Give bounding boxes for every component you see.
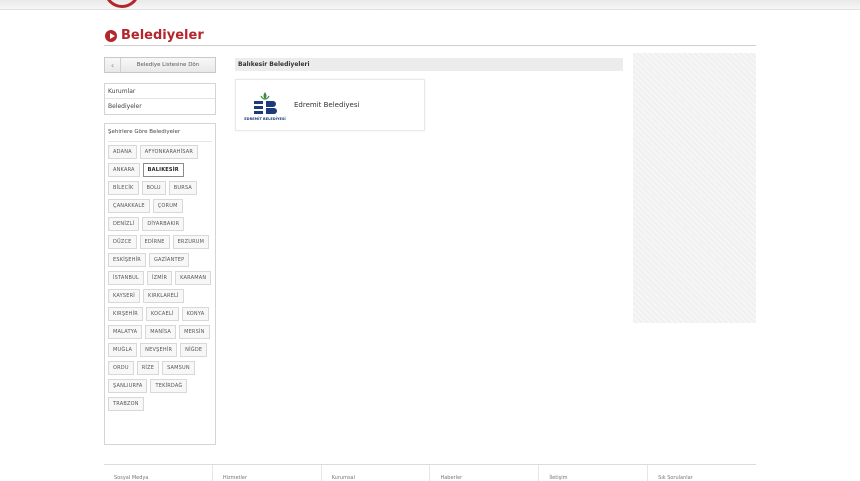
- city-tag[interactable]: ANKARA: [108, 163, 140, 177]
- city-tag-list: ADANA AFYONKARAHİSAR ANKARA BALIKESİR BİLECİ…: [108, 145, 212, 411]
- city-tag[interactable]: KIRKLARELİ: [142, 289, 184, 303]
- city-tag[interactable]: ORDU: [108, 361, 134, 375]
- main-content: Balıkesir Belediyeleri EDREMİT BELEDİYES…: [235, 58, 623, 131]
- city-tag[interactable]: BOLU: [141, 181, 166, 195]
- footer-item[interactable]: Sosyal Medya: [104, 465, 212, 481]
- city-tag[interactable]: DÜZCE: [108, 235, 137, 249]
- city-tag[interactable]: KIRŞEHİR: [108, 307, 143, 321]
- back-to-list-label: Belediye Listesine Dön: [136, 62, 200, 68]
- back-to-list-button[interactable]: ‹ Belediye Listesine Dön: [104, 57, 216, 73]
- city-tag[interactable]: İZMİR: [146, 271, 173, 285]
- city-tag[interactable]: ERZURUM: [172, 235, 210, 249]
- city-tag[interactable]: BURSA: [168, 181, 198, 195]
- menu-item-belediyeler[interactable]: Belediyeler: [105, 99, 215, 114]
- footer-nav: Sosyal Medya Hizmetler Kurumsal Haberler…: [104, 464, 756, 481]
- page-title: Belediyeler: [121, 28, 204, 43]
- city-tag[interactable]: NİĞDE: [180, 343, 208, 357]
- footer-item[interactable]: İletişim: [538, 465, 647, 481]
- city-tag[interactable]: KONYA: [181, 307, 210, 321]
- city-filter-panel: Şehirlere Göre Belediyeler ADANA AFYONKAR…: [104, 123, 216, 445]
- footer-item[interactable]: Hizmetler: [211, 465, 321, 481]
- city-tag[interactable]: DİYARBAKIR: [142, 217, 185, 231]
- city-tag[interactable]: TEKİRDAĞ: [150, 379, 188, 393]
- city-tag[interactable]: DENİZLİ: [108, 217, 140, 231]
- city-tag[interactable]: KAYSERİ: [108, 289, 140, 303]
- advertisement-placeholder: [633, 53, 756, 323]
- city-tag[interactable]: KARAMAN: [175, 271, 212, 285]
- city-tag[interactable]: BALIKESİR: [142, 163, 184, 177]
- page-heading: Belediyeler: [105, 28, 204, 43]
- city-filter-caption: Şehirlere Göre Belediyeler: [108, 127, 212, 142]
- city-tag[interactable]: NEVŞEHİR: [140, 343, 178, 357]
- chevron-left-icon: ‹: [105, 58, 121, 72]
- footer-item[interactable]: Haberler: [429, 465, 538, 481]
- city-tag[interactable]: TRABZON: [108, 397, 144, 411]
- footer-item[interactable]: Sık Sorulanlar: [647, 465, 756, 481]
- city-tag[interactable]: AFYONKARAHİSAR: [139, 145, 199, 159]
- city-tag[interactable]: BİLECİK: [108, 181, 139, 195]
- footer-item[interactable]: Kurumsal: [320, 465, 430, 481]
- city-tag[interactable]: KOCAELİ: [145, 307, 179, 321]
- city-tag[interactable]: SAMSUN: [162, 361, 195, 375]
- category-menu: Kurumlar Belediyeler: [104, 83, 216, 115]
- top-bar: [0, 0, 860, 10]
- edremit-logo-icon: EDREMİT BELEDİYESİ: [240, 85, 290, 125]
- section-title: Balıkesir Belediyeleri: [235, 58, 623, 71]
- city-tag[interactable]: MANİSA: [145, 325, 177, 339]
- city-tag[interactable]: ADANA: [108, 145, 137, 159]
- heading-divider: [104, 45, 756, 46]
- menu-item-kurumlar[interactable]: Kurumlar: [105, 84, 215, 99]
- city-tag[interactable]: ESKİŞEHİR: [108, 253, 146, 267]
- city-tag[interactable]: MERSİN: [179, 325, 210, 339]
- city-tag[interactable]: İSTANBUL: [108, 271, 144, 285]
- city-tag[interactable]: ÇORUM: [152, 199, 183, 213]
- municipality-name[interactable]: Edremit Belediyesi: [294, 101, 359, 109]
- city-tag[interactable]: ÇANAKKALE: [108, 199, 150, 213]
- city-tag[interactable]: GAZİANTEP: [148, 253, 190, 267]
- play-bullet-icon: [105, 29, 117, 42]
- city-tag[interactable]: MUĞLA: [108, 343, 138, 357]
- city-tag[interactable]: EDİRNE: [139, 235, 170, 249]
- site-logo[interactable]: [104, 0, 140, 8]
- city-tag[interactable]: MALATYA: [108, 325, 143, 339]
- city-tag[interactable]: RİZE: [136, 361, 160, 375]
- sidebar: ‹ Belediye Listesine Dön Kurumlar Beledi…: [104, 57, 216, 445]
- city-tag[interactable]: ŞANLIURFA: [108, 379, 148, 393]
- logo-caption: EDREMİT BELEDİYESİ: [244, 116, 286, 121]
- municipality-card[interactable]: EDREMİT BELEDİYESİ Edremit Belediyesi: [235, 79, 425, 131]
